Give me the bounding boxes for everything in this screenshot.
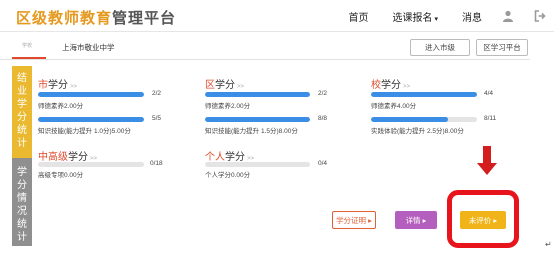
enter-city-button[interactable]: 进入市级 (410, 39, 470, 56)
side-char: 统 (17, 125, 27, 136)
side-char: 分 (17, 180, 27, 191)
progress-count: 5/5 (152, 115, 162, 122)
side-char: 计 (17, 232, 27, 243)
side-char: 业 (17, 86, 27, 97)
side-char: 况 (17, 206, 27, 217)
progress-fill (205, 117, 310, 122)
progress-bar (371, 117, 477, 122)
top-bar: 区级教师教育管理平台 首页 选课报名 ▾ 消息 (0, 0, 554, 32)
progress-bar (38, 92, 144, 97)
logout-icon[interactable] (534, 10, 546, 22)
school-credits-title[interactable]: 校学分 >> (371, 76, 410, 91)
title-rest: 学分 (381, 80, 401, 91)
side-char: 结 (17, 73, 27, 84)
more-icon: >> (237, 84, 245, 90)
active-tab-indicator (12, 57, 46, 59)
side-tab-credit-status[interactable]: 学 分 情 况 统 计 (12, 158, 32, 246)
title-highlight: 区 (205, 80, 215, 91)
district-credits-title[interactable]: 区学分 >> (205, 76, 244, 91)
nav-course-signup-label: 选课报名 (392, 12, 433, 24)
return-mark: ↵ (545, 240, 552, 249)
title-highlight: 市 (38, 80, 48, 91)
nav-course-signup[interactable]: 选课报名 ▾ (392, 9, 438, 24)
progress-bar (38, 162, 144, 167)
side-nav: 结 业 学 分 统 计 学 分 情 况 统 计 (12, 66, 32, 246)
main-nav: 首页 选课报名 ▾ 消息 (324, 0, 546, 32)
more-icon: >> (403, 84, 411, 90)
progress-count: 0/4 (318, 160, 328, 167)
progress-bar (38, 117, 144, 122)
details-button[interactable]: 详情 ▸ (395, 211, 437, 229)
chevron-down-icon: ▾ (434, 15, 438, 23)
progress-count: 4/4 (484, 90, 494, 97)
progress-count: 8/8 (318, 115, 328, 122)
progress-count: 0/18 (150, 160, 163, 167)
side-char: 分 (17, 112, 27, 123)
annotation-highlight-box (447, 190, 519, 248)
school-tab-tag[interactable]: 学校 (22, 42, 32, 49)
credit-label: 师德素养2.00分 (38, 103, 84, 110)
progress-count: 8/11 (484, 115, 497, 122)
side-char: 学 (17, 99, 27, 110)
progress-bar (371, 92, 477, 97)
school-bar: 学校 上海市敬业中学 进入市级 区学习平台 (0, 36, 530, 60)
more-icon: >> (70, 84, 78, 90)
annotation-arrow-icon (477, 163, 497, 175)
progress-count: 2/2 (152, 90, 162, 97)
side-char: 统 (17, 219, 27, 230)
side-tab-graduation-credits[interactable]: 结 业 学 分 统 计 (12, 66, 32, 158)
progress-bar (205, 117, 310, 122)
user-icon[interactable] (502, 10, 514, 22)
side-char: 计 (17, 138, 27, 149)
progress-count: 2/2 (318, 90, 328, 97)
progress-fill (371, 92, 477, 97)
progress-fill (371, 117, 449, 122)
credit-label: 实践体验(能力提升 2.5分)8.00分 (371, 128, 464, 135)
progress-bar (205, 162, 310, 167)
senior-credits-title[interactable]: 中高级学分 >> (38, 148, 97, 163)
progress-fill (38, 92, 144, 97)
logo-rest: 管理平台 (112, 10, 177, 27)
progress-fill (205, 92, 310, 97)
site-logo[interactable]: 区级教师教育管理平台 (16, 7, 176, 28)
title-rest: 学分 (215, 80, 235, 91)
nav-home[interactable]: 首页 (348, 9, 368, 24)
title-highlight: 校 (371, 80, 381, 91)
credit-certificate-button[interactable]: 学分证明 ▸ (332, 211, 376, 229)
progress-fill (38, 117, 144, 122)
nav-messages[interactable]: 消息 (462, 9, 482, 24)
side-char: 情 (17, 193, 27, 204)
title-rest: 学分 (48, 80, 68, 91)
side-char: 学 (17, 167, 27, 178)
credit-label: 知识技能(能力提升 1.0分)5.00分 (38, 128, 131, 135)
credit-label: 知识技能(能力提升 1.5分)8.00分 (205, 128, 298, 135)
district-platform-button[interactable]: 区学习平台 (476, 39, 528, 56)
credit-label: 高级专项0.00分 (38, 172, 84, 179)
credit-label: 师德素养2.00分 (205, 103, 251, 110)
annotation-arrow-shaft (483, 146, 491, 164)
logo-highlight: 区级教师教育 (16, 10, 113, 27)
city-credits-title[interactable]: 市学分 >> (38, 76, 77, 91)
credit-label: 个人学分0.00分 (205, 172, 251, 179)
personal-credits-title[interactable]: 个人学分 >> (205, 148, 254, 163)
credit-label: 师德素养4.00分 (371, 103, 417, 110)
progress-bar (205, 92, 310, 97)
school-name: 上海市敬业中学 (62, 43, 115, 52)
